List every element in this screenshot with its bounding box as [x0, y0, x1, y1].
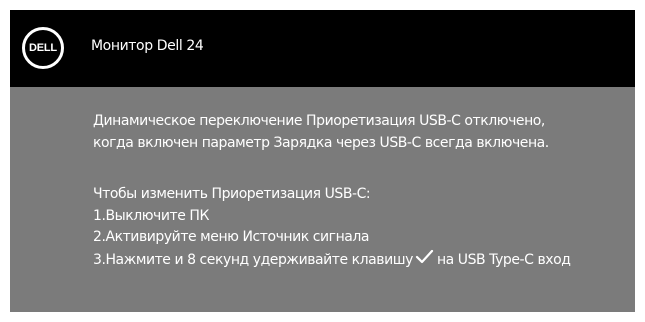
dell-logo: DELL	[22, 27, 64, 69]
instructions: Чтобы изменить Приоретизация USB-C: 1.Вы…	[93, 184, 623, 271]
osd-message-body: Динамическое переключение Приоретизация …	[93, 110, 623, 271]
instruction-step-3-text: 3.Нажмите и 8 секунд удерживайте клавишу	[93, 251, 413, 268]
instructions-intro: Чтобы изменить Приоретизация USB-C:	[93, 186, 371, 202]
monitor-title: Монитор Dell 24	[91, 38, 204, 54]
status-message: Динамическое переключение Приоретизация …	[93, 110, 623, 154]
monitor-osd-dialog: DELL Монитор Dell 24 Динамическое перекл…	[10, 10, 635, 312]
instruction-step-2: 2.Активируйте меню Источник сигнала	[93, 229, 370, 245]
instruction-step-3-suffix: на USB Type-C вход	[436, 251, 571, 268]
check-icon	[415, 249, 434, 263]
status-message-line-1: Динамическое переключение Приоретизация …	[93, 113, 545, 129]
dell-logo-text: DELL	[29, 42, 57, 54]
status-message-line-2: когда включен параметр Зарядка через USB…	[93, 135, 549, 151]
instruction-step-1: 1.Выключите ПК	[93, 207, 209, 224]
osd-header: DELL Монитор Dell 24	[10, 10, 635, 87]
instruction-step-3: 3.Нажмите и 8 секунд удерживайте клавишу…	[93, 249, 623, 272]
